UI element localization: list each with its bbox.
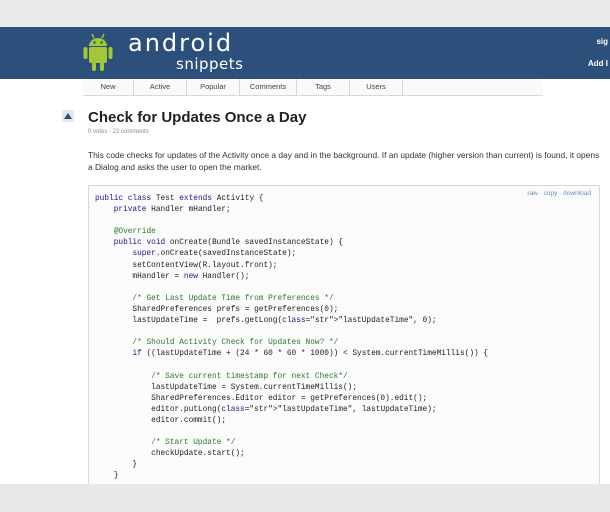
snippet-title[interactable]: Check for Updates Once a Day (88, 109, 306, 126)
code-line: public class Test extends Activity { (95, 195, 264, 203)
download-link[interactable]: download (563, 190, 591, 197)
code-line: lastUpdateTime = prefs.getLong(class="st… (95, 317, 437, 326)
code-line: } (95, 472, 119, 481)
code-line: mHandler = new Handler(); (95, 272, 250, 281)
code-block: raw · copy · download public class Test … (88, 185, 600, 484)
code-line: SharedPreferences.Editor editor = getPre… (95, 394, 428, 403)
code-line: super.onCreate(savedInstanceState); (132, 250, 297, 259)
site-header: android snippets sig Add I (0, 27, 610, 79)
snippet-description: This code checks for updates of the Acti… (88, 150, 600, 172)
code-line: /* Get Last Update Time from Preferences… (95, 294, 334, 303)
footer-band (0, 484, 610, 512)
code-content[interactable]: public class Test extends Activity { pri… (95, 194, 488, 482)
tab-users[interactable]: Users (350, 79, 403, 95)
android-robot-icon[interactable] (82, 32, 114, 74)
code-line: /* Save current timestamp for next Check… (95, 372, 348, 381)
code-line: private Handler mHandler; (113, 206, 231, 215)
code-line: editor.commit(); (95, 416, 227, 425)
code-line: checkUpdate.start(); (95, 450, 245, 459)
tab-tags[interactable]: Tags (297, 79, 350, 95)
sign-in-link[interactable]: sig (596, 37, 608, 46)
snippet-meta[interactable]: 0 votes · 22 comments (88, 129, 149, 135)
upvote-arrow-icon (64, 113, 72, 119)
code-line: lastUpdateTime = System.currentTimeMilli… (95, 383, 358, 392)
tab-popular[interactable]: Popular (187, 79, 240, 95)
code-line: setContentView(R.layout.front); (95, 261, 278, 270)
page: android snippets sig Add I New Active Po… (0, 27, 610, 484)
code-line: SharedPreferences prefs = getPreferences… (95, 305, 339, 314)
code-line: editor.putLong(class="str">"lastUpdateTi… (95, 405, 437, 414)
add-snippet-link[interactable]: Add I (588, 59, 608, 68)
code-line: } (95, 461, 138, 470)
code-line: /* Start Update */ (95, 439, 236, 448)
tab-new[interactable]: New (83, 79, 134, 95)
upvote-button[interactable] (62, 110, 74, 122)
code-line: @Override (95, 228, 156, 237)
raw-link[interactable]: raw (527, 190, 537, 197)
code-line: if ((lastUpdateTime + (24 * 60 * 60 * 10… (132, 350, 489, 359)
code-tools: raw · copy · download (527, 190, 591, 197)
nav-tabs: New Active Popular Comments Tags Users (83, 79, 543, 96)
brand-subtitle[interactable]: snippets (176, 55, 243, 73)
brand-title[interactable]: android (128, 29, 233, 57)
tab-active[interactable]: Active (134, 79, 187, 95)
copy-link[interactable]: copy (544, 190, 558, 197)
tab-comments[interactable]: Comments (240, 79, 297, 95)
code-line: public void onCreate(Bundle savedInstanc… (113, 239, 344, 248)
code-line: /* Should Activity Check for Updates Now… (95, 339, 339, 348)
